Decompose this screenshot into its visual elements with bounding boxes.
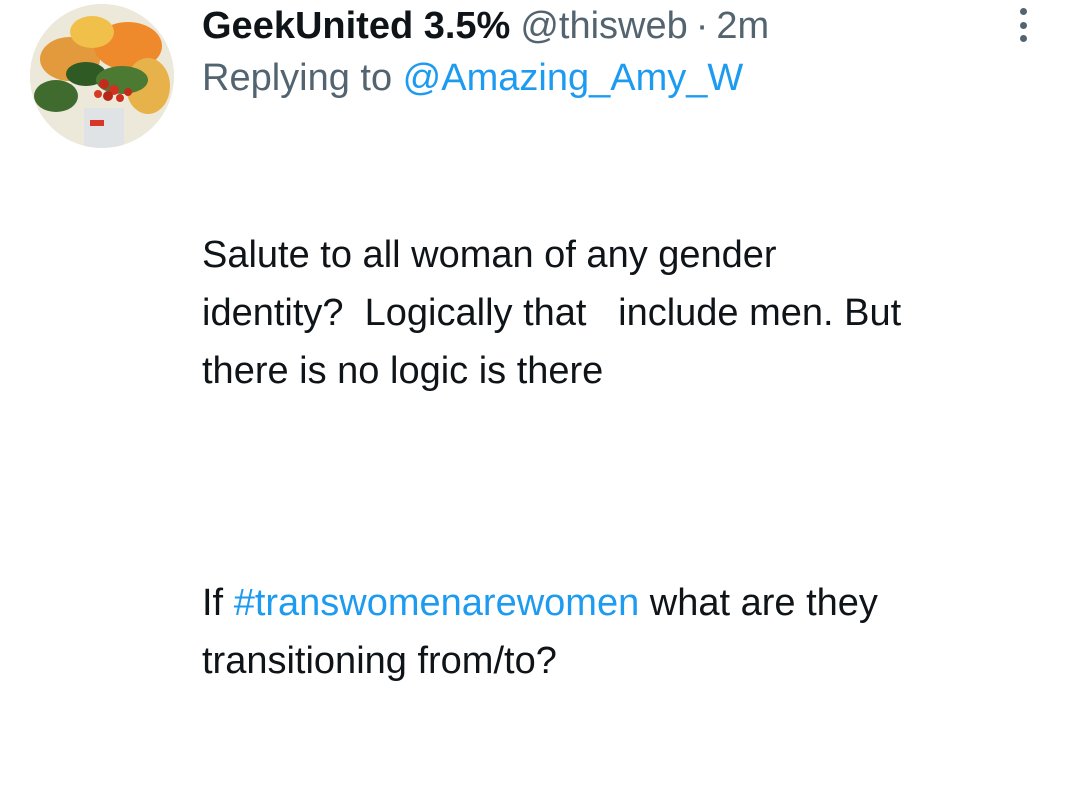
paragraph-2-start: If — [202, 582, 234, 624]
more-dot-bottom — [1019, 35, 1027, 42]
replying-to-label: Replying to — [202, 57, 403, 99]
tweet-paragraph-2: If #transwomenarewomen what are they tra… — [202, 574, 1052, 690]
more-vertical-icon[interactable] — [1012, 8, 1034, 42]
timestamp[interactable]: 2m — [716, 0, 769, 52]
replying-to-mention[interactable]: @Amazing_Amy_W — [403, 57, 744, 99]
separator-dot: · — [695, 5, 709, 47]
replying-to-line: Replying to @Amazing_Amy_W — [202, 52, 1052, 110]
author-name[interactable]: GeekUnited 3.5% — [202, 0, 510, 52]
avatar[interactable] — [30, 4, 174, 148]
tweet: GeekUnited 3.5% @thisweb · 2m Replying t… — [202, 0, 1052, 806]
flower-bouquet-avatar-image — [30, 4, 174, 148]
author-handle[interactable]: @thisweb — [520, 0, 687, 52]
tweet-paragraph-1: Salute to all woman of any gender identi… — [202, 234, 902, 392]
tweet-text: Salute to all woman of any gender identi… — [202, 110, 1052, 806]
more-dot-top — [1019, 8, 1027, 15]
tweet-header: GeekUnited 3.5% @thisweb · 2m — [202, 0, 1052, 52]
hashtag-link[interactable]: #transwomenarewomen — [234, 582, 640, 624]
more-dot-middle — [1019, 21, 1027, 29]
